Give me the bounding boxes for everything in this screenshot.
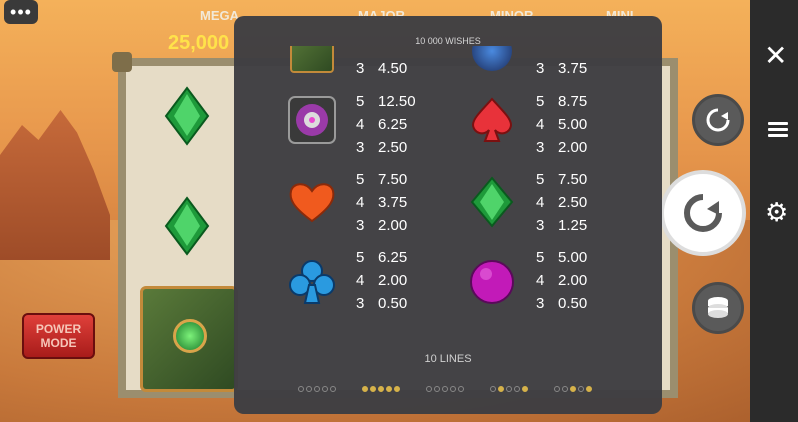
pay-row-2-left: 5 7.50 4 3.75 3 2.00 bbox=[356, 171, 408, 234]
frame-corner-ornament bbox=[112, 52, 132, 72]
paytable-title: 10 000 WISHES bbox=[415, 36, 481, 46]
diamond-gem-icon bbox=[164, 86, 210, 146]
diamond-icon bbox=[466, 176, 518, 228]
heart-icon bbox=[286, 176, 338, 228]
pay-row-0-left: 3 4.50 bbox=[356, 57, 407, 80]
bet-button[interactable] bbox=[692, 282, 744, 334]
list-icon[interactable] bbox=[768, 122, 788, 140]
power-mode-button[interactable]: POWER MODE bbox=[22, 313, 95, 359]
pay-row-3-left: 5 6.25 4 2.00 3 0.50 bbox=[356, 249, 408, 312]
close-icon[interactable]: ✕ bbox=[764, 42, 787, 70]
refresh-icon bbox=[706, 108, 730, 132]
jackpot-mega-label: MEGA bbox=[200, 8, 239, 23]
emerald-jewel-icon bbox=[173, 319, 207, 353]
more-dots-icon: ••• bbox=[10, 1, 32, 22]
pay-count: 3 bbox=[536, 60, 545, 77]
book-symbol-icon bbox=[140, 286, 238, 392]
spin-button[interactable] bbox=[660, 170, 746, 256]
compass-amulet-icon bbox=[286, 94, 338, 146]
line-pattern-1 bbox=[298, 386, 336, 392]
diamond-gem-icon bbox=[164, 196, 210, 256]
spin-icon bbox=[684, 194, 722, 232]
line-pattern-2 bbox=[362, 386, 400, 392]
power-mode-line2: MODE bbox=[40, 336, 77, 350]
paytable-overlay: 10 000 WISHES 3 4.50 3 3.75 5 12.50 4 6.25 3… bbox=[234, 16, 662, 414]
gear-icon[interactable]: ⚙ bbox=[765, 199, 788, 225]
menu-button[interactable]: ••• bbox=[4, 0, 38, 24]
club-icon bbox=[286, 256, 338, 308]
line-pattern-3 bbox=[426, 386, 464, 392]
pay-value: 4.50 bbox=[378, 60, 408, 77]
purple-circle-icon bbox=[466, 256, 518, 308]
pay-row-2-right: 5 7.50 4 2.50 3 1.25 bbox=[536, 171, 588, 234]
pay-row-1-right: 5 8.75 4 5.00 3 2.00 bbox=[536, 93, 588, 156]
autoplay-button[interactable] bbox=[692, 94, 744, 146]
power-mode-line1: POWER bbox=[35, 322, 82, 336]
line-pattern-4 bbox=[490, 386, 528, 392]
jackpot-mega-value: 25,000 bbox=[168, 32, 230, 54]
pay-count: 3 bbox=[356, 60, 365, 77]
pay-row-0-right: 3 3.75 bbox=[536, 57, 587, 80]
pay-row-3-right: 5 5.00 4 2.00 3 0.50 bbox=[536, 249, 588, 312]
spade-icon bbox=[466, 94, 518, 146]
pay-row-1-left: 5 12.50 4 6.25 3 2.50 bbox=[356, 93, 416, 156]
coins-stack-icon bbox=[708, 297, 728, 318]
line-pattern-5 bbox=[554, 386, 592, 392]
book-icon bbox=[286, 46, 338, 76]
lines-label: 10 LINES bbox=[424, 353, 472, 365]
blue-orb-icon bbox=[466, 46, 518, 76]
pay-value: 3.75 bbox=[558, 60, 588, 77]
